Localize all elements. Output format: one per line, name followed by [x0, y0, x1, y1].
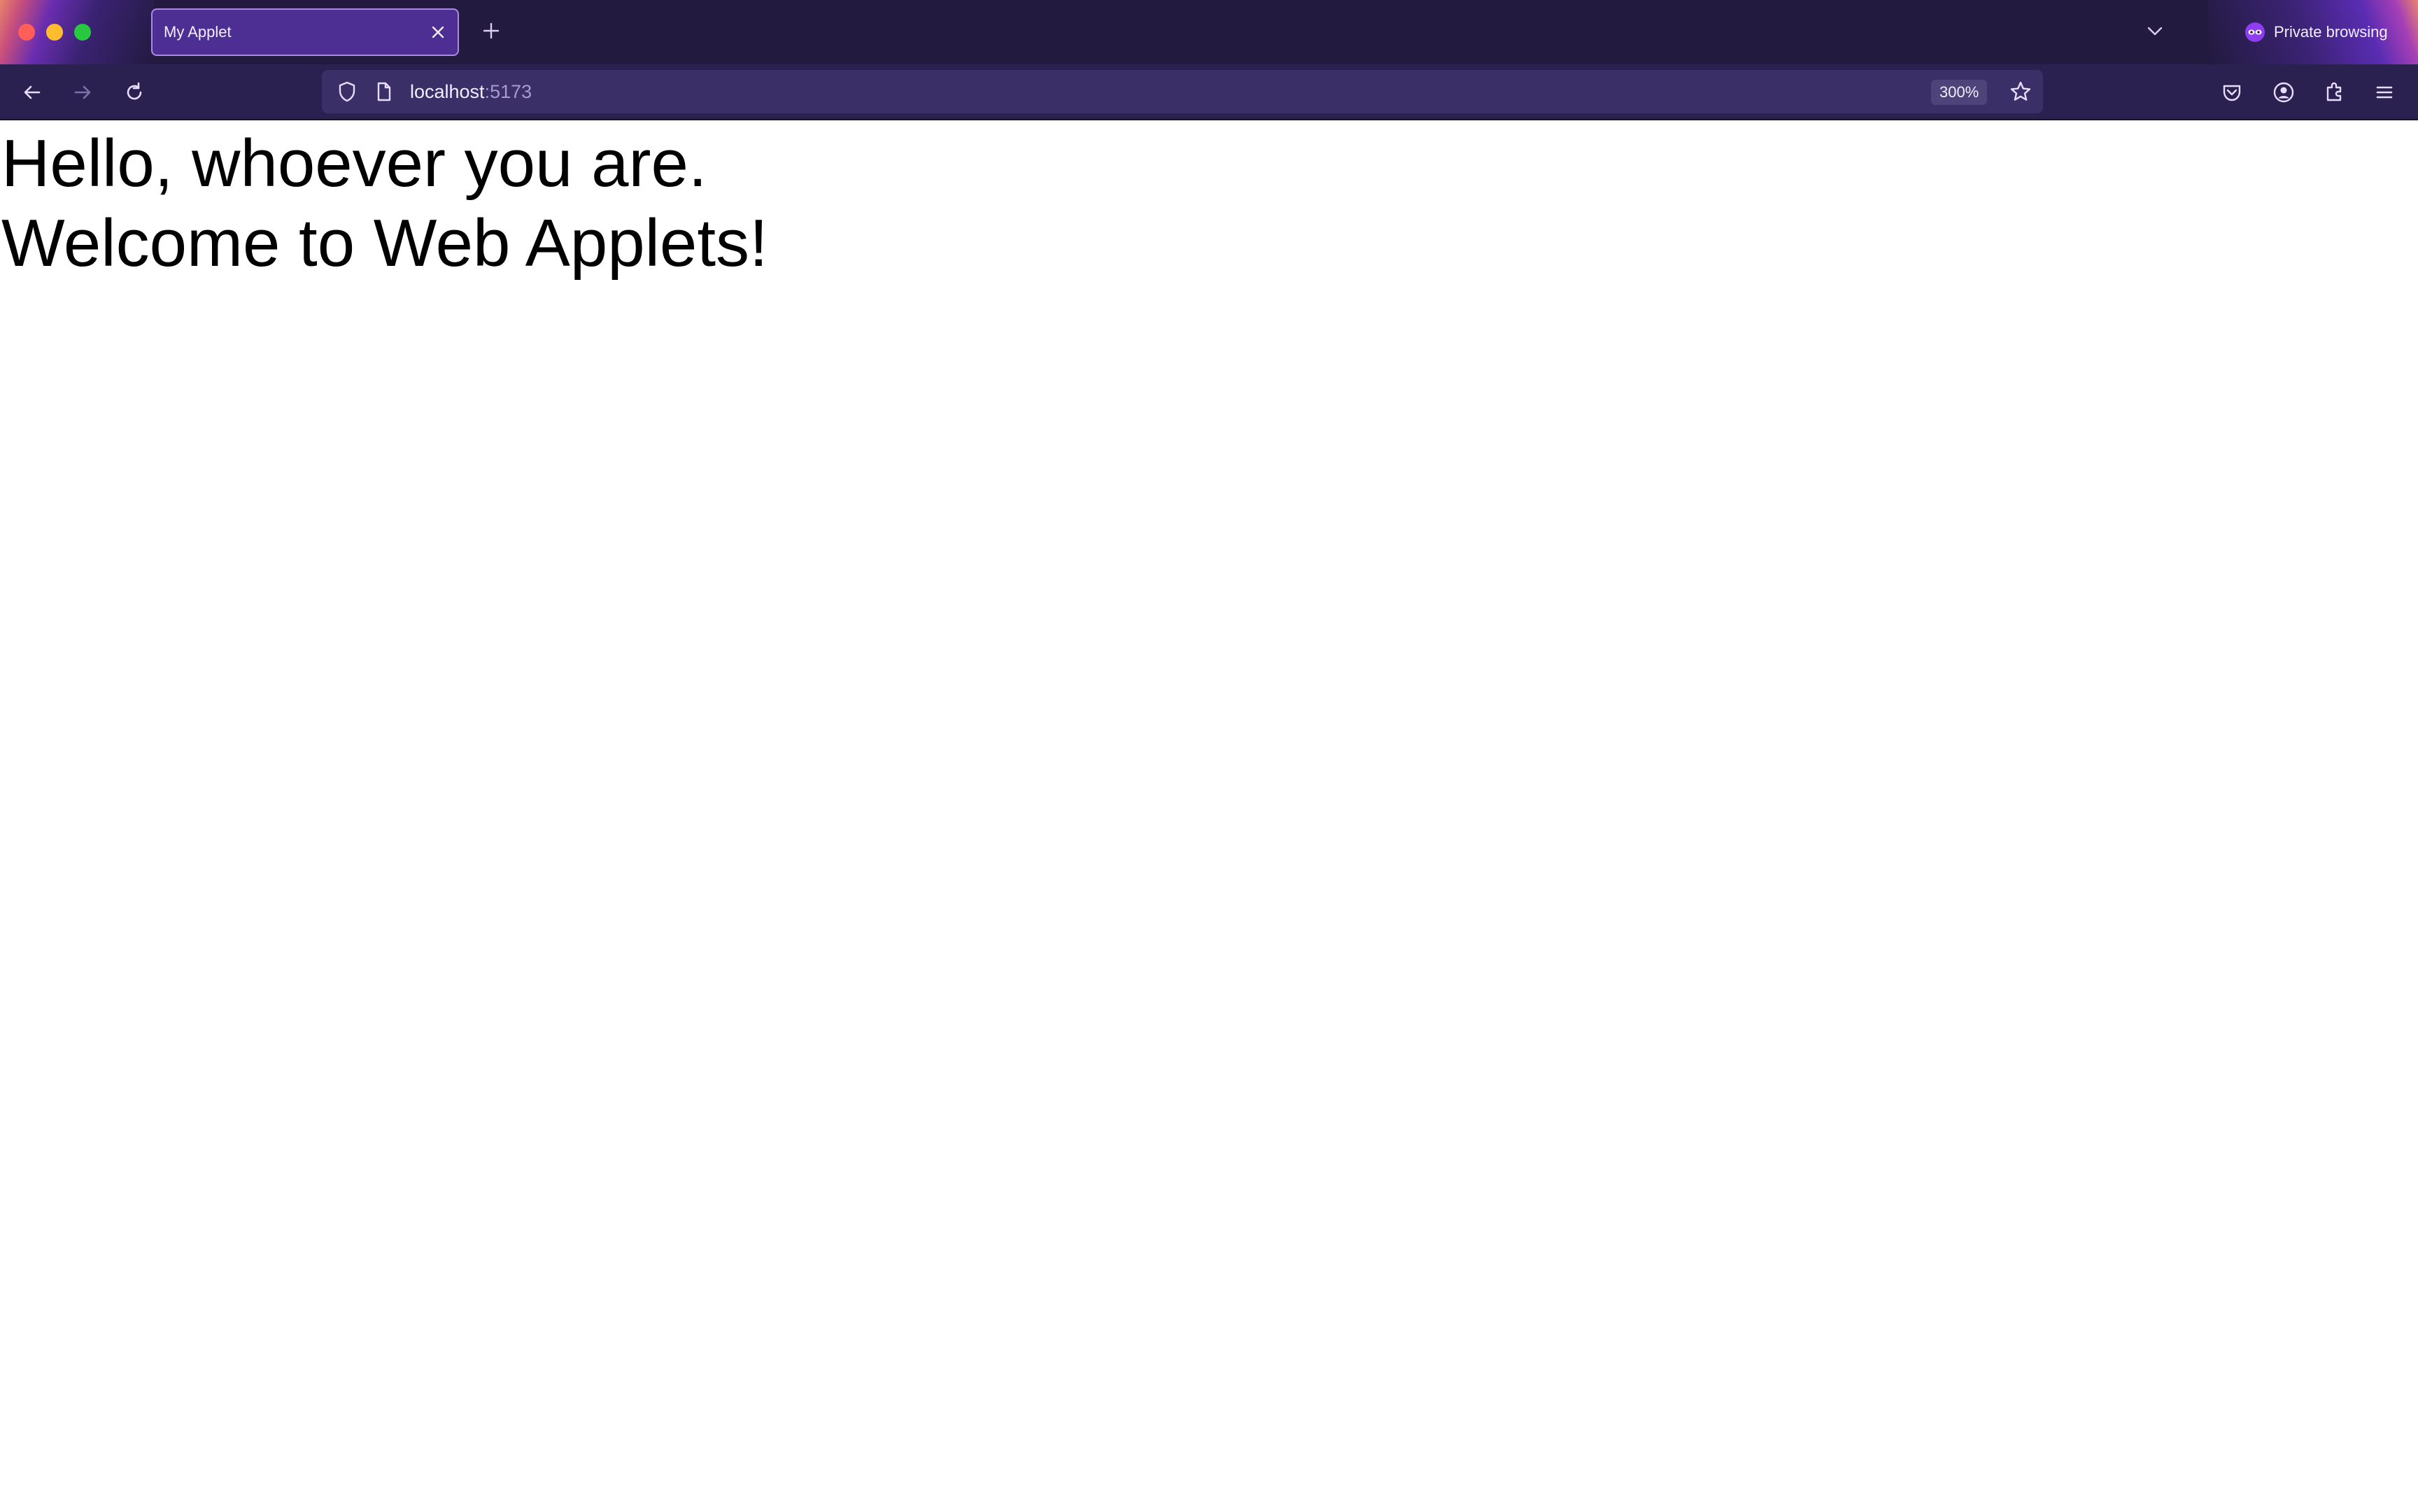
- tab-title: My Applet: [164, 23, 232, 41]
- tab-my-applet[interactable]: My Applet: [151, 8, 459, 56]
- close-icon[interactable]: [428, 22, 448, 42]
- address-bar[interactable]: localhost:5173 300%: [322, 70, 2043, 113]
- welcome-text: Welcome to Web Applets!: [1, 206, 768, 281]
- menu-icon[interactable]: [2372, 80, 2397, 105]
- forward-arrow-icon[interactable]: [70, 80, 95, 105]
- tab-strip: My Applet Private browsing: [0, 0, 2418, 64]
- account-icon[interactable]: [2271, 80, 2296, 105]
- plus-icon[interactable]: [481, 21, 501, 41]
- star-icon[interactable]: [2008, 79, 2033, 104]
- page-content: Hello, whoever you are. Welcome to Web A…: [0, 120, 2418, 1512]
- page-icon[interactable]: [371, 79, 396, 104]
- url-port: :5173: [484, 81, 532, 102]
- url-text: localhost:5173: [410, 70, 532, 113]
- navigation-toolbar: localhost:5173 300%: [0, 64, 2418, 120]
- greeting-text: Hello, whoever you are.: [1, 126, 707, 201]
- minimize-window-button[interactable]: [46, 24, 63, 41]
- maximize-window-button[interactable]: [74, 24, 91, 41]
- close-window-button[interactable]: [18, 24, 35, 41]
- shield-icon[interactable]: [334, 79, 360, 104]
- zoom-level-badge[interactable]: 300%: [1931, 80, 1988, 105]
- url-host: localhost: [410, 81, 485, 102]
- private-browsing-indicator: Private browsing: [2244, 18, 2388, 46]
- private-browsing-label: Private browsing: [2274, 23, 2388, 41]
- extensions-icon[interactable]: [2321, 80, 2347, 105]
- back-arrow-icon[interactable]: [20, 80, 45, 105]
- reload-icon[interactable]: [122, 80, 147, 105]
- mask-icon: [2245, 22, 2265, 42]
- pocket-icon[interactable]: [2219, 80, 2244, 105]
- chevron-down-icon[interactable]: [2145, 21, 2165, 41]
